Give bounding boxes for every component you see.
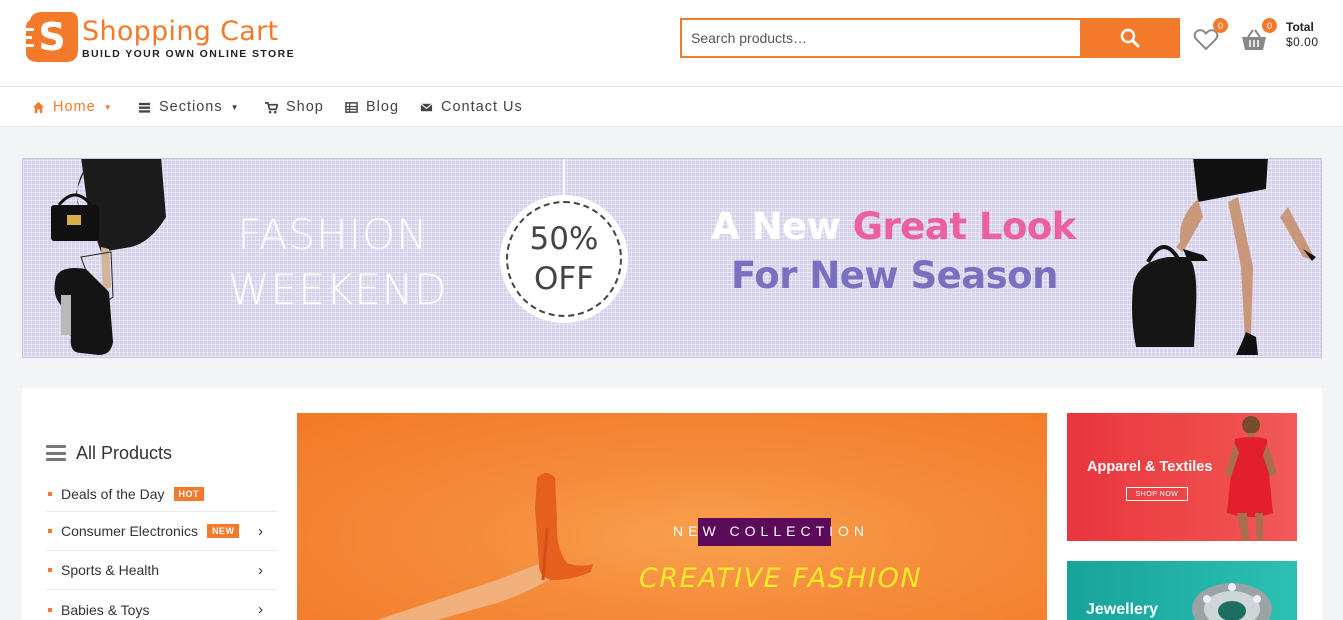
slider-kicker: NEW COLLECTION — [673, 523, 870, 539]
promo-jewellery-title: Jewellery — [1086, 601, 1159, 618]
chevron-down-icon: ▼ — [230, 102, 240, 112]
category-list: Deals of the Day HOT Consumer Electronic… — [46, 476, 277, 620]
nav-label-shop: Shop — [286, 99, 324, 115]
bullet-icon — [48, 568, 52, 572]
hot-badge: HOT — [173, 486, 204, 501]
chevron-right-icon: › — [258, 522, 263, 540]
home-icon — [32, 101, 45, 113]
blog-icon — [345, 101, 358, 113]
nav-label-contact: Contact Us — [441, 99, 523, 115]
nav-item-home[interactable]: Home ▼ — [32, 87, 113, 127]
wishlist-count-badge: 0 — [1213, 18, 1228, 33]
model-image-right — [1132, 159, 1316, 355]
cart-total-label: Total — [1286, 20, 1314, 34]
sidebar-title: All Products — [76, 442, 173, 463]
discount-value: 50% — [529, 221, 599, 257]
cart-button[interactable]: 0 — [1240, 18, 1277, 52]
search-button[interactable] — [1080, 18, 1180, 58]
sections-icon — [138, 102, 151, 113]
category-label: Sports & Health — [61, 562, 160, 578]
headline-pink: Great Look — [852, 205, 1077, 248]
mail-icon — [420, 102, 433, 111]
discount-tag-inner: 50% OFF — [506, 201, 622, 317]
site-tagline: BUILD YOUR OWN ONLINE STORE — [82, 48, 296, 60]
search-icon — [1120, 28, 1140, 48]
nav-item-shop[interactable]: Shop — [265, 87, 324, 127]
logo-letter: S — [38, 15, 65, 59]
hero-slider[interactable]: NEW COLLECTION CREATIVE FASHION — [297, 413, 1047, 620]
cart-total-value: $0.00 — [1286, 35, 1319, 49]
category-item-babies[interactable]: Babies & Toys › — [46, 590, 277, 620]
tag-string — [563, 159, 565, 197]
banner-title: FASHION WEEKEND — [228, 207, 448, 317]
wishlist-button[interactable]: 0 — [1193, 18, 1228, 52]
sidebar-header[interactable]: All Products — [46, 440, 277, 466]
banner-line-2: WEEKEND — [228, 265, 448, 314]
banner-headline: A New Great Look — [711, 205, 1076, 248]
shoe-leg-image — [377, 473, 593, 620]
banner-line-1: FASHION — [237, 210, 429, 259]
shop-now-button[interactable]: SHOP NOW — [1126, 487, 1188, 501]
banner-subheadline: For New Season — [731, 254, 1058, 297]
promo-apparel-title: Apparel & Textiles — [1087, 459, 1213, 475]
bullet-icon — [48, 529, 52, 533]
site-header: S Shopping Cart BUILD YOUR OWN ONLINE ST… — [0, 0, 1343, 87]
nav-label-sections: Sections — [159, 99, 223, 115]
bullet-icon — [48, 491, 52, 496]
nav-item-sections[interactable]: Sections ▼ — [138, 87, 240, 127]
search-input[interactable] — [682, 20, 1080, 56]
discount-tag: 50% OFF — [500, 195, 628, 323]
nav-label-home: Home — [53, 99, 96, 115]
headline-white: A New — [711, 205, 853, 248]
new-badge: NEW — [206, 524, 240, 538]
chevron-down-icon: ▼ — [103, 102, 113, 112]
search-bar — [680, 18, 1180, 58]
promo-apparel[interactable]: Apparel & Textiles SHOP NOW — [1067, 413, 1297, 541]
site-logo[interactable]: S Shopping Cart BUILD YOUR OWN ONLINE ST… — [22, 6, 322, 66]
main-content: All Products Deals of the Day HOT Consum… — [22, 388, 1322, 620]
nav-label-blog: Blog — [366, 99, 400, 115]
category-item-deals[interactable]: Deals of the Day HOT — [46, 476, 277, 512]
chevron-right-icon: › — [258, 561, 263, 579]
model-image-left — [51, 159, 166, 355]
category-label: Consumer Electronics — [61, 523, 198, 539]
main-nav: Home ▼ Sections ▼ Shop Blog Contact Us — [0, 87, 1343, 127]
nav-item-contact[interactable]: Contact Us — [420, 87, 523, 127]
slider-headline: CREATIVE FASHION — [639, 563, 923, 594]
category-label: Babies & Toys — [61, 601, 150, 618]
category-item-electronics[interactable]: Consumer Electronics NEW › — [46, 512, 277, 551]
logo-badge-icon: S — [22, 12, 78, 62]
cart-count-badge: 0 — [1262, 18, 1277, 33]
promo-jewellery[interactable]: Jewellery — [1067, 561, 1297, 620]
basket-icon — [1242, 29, 1266, 50]
discount-label: OFF — [533, 261, 595, 297]
jewellery-ring-image — [1192, 583, 1272, 620]
cart-icon — [265, 101, 278, 113]
category-item-sports[interactable]: Sports & Health › — [46, 551, 277, 590]
bullet-icon — [48, 607, 52, 612]
promo-banner[interactable]: FASHION WEEKEND 50% OFF A New Great Look… — [22, 158, 1322, 358]
category-label: Deals of the Day — [61, 485, 165, 502]
category-sidebar: All Products Deals of the Day HOT Consum… — [46, 440, 277, 620]
menu-icon — [46, 445, 66, 461]
model-red-dress-image — [1225, 416, 1277, 541]
site-title: Shopping Cart — [82, 16, 279, 47]
nav-item-blog[interactable]: Blog — [345, 87, 399, 127]
chevron-right-icon: › — [258, 601, 263, 618]
heart-icon — [1193, 29, 1219, 51]
